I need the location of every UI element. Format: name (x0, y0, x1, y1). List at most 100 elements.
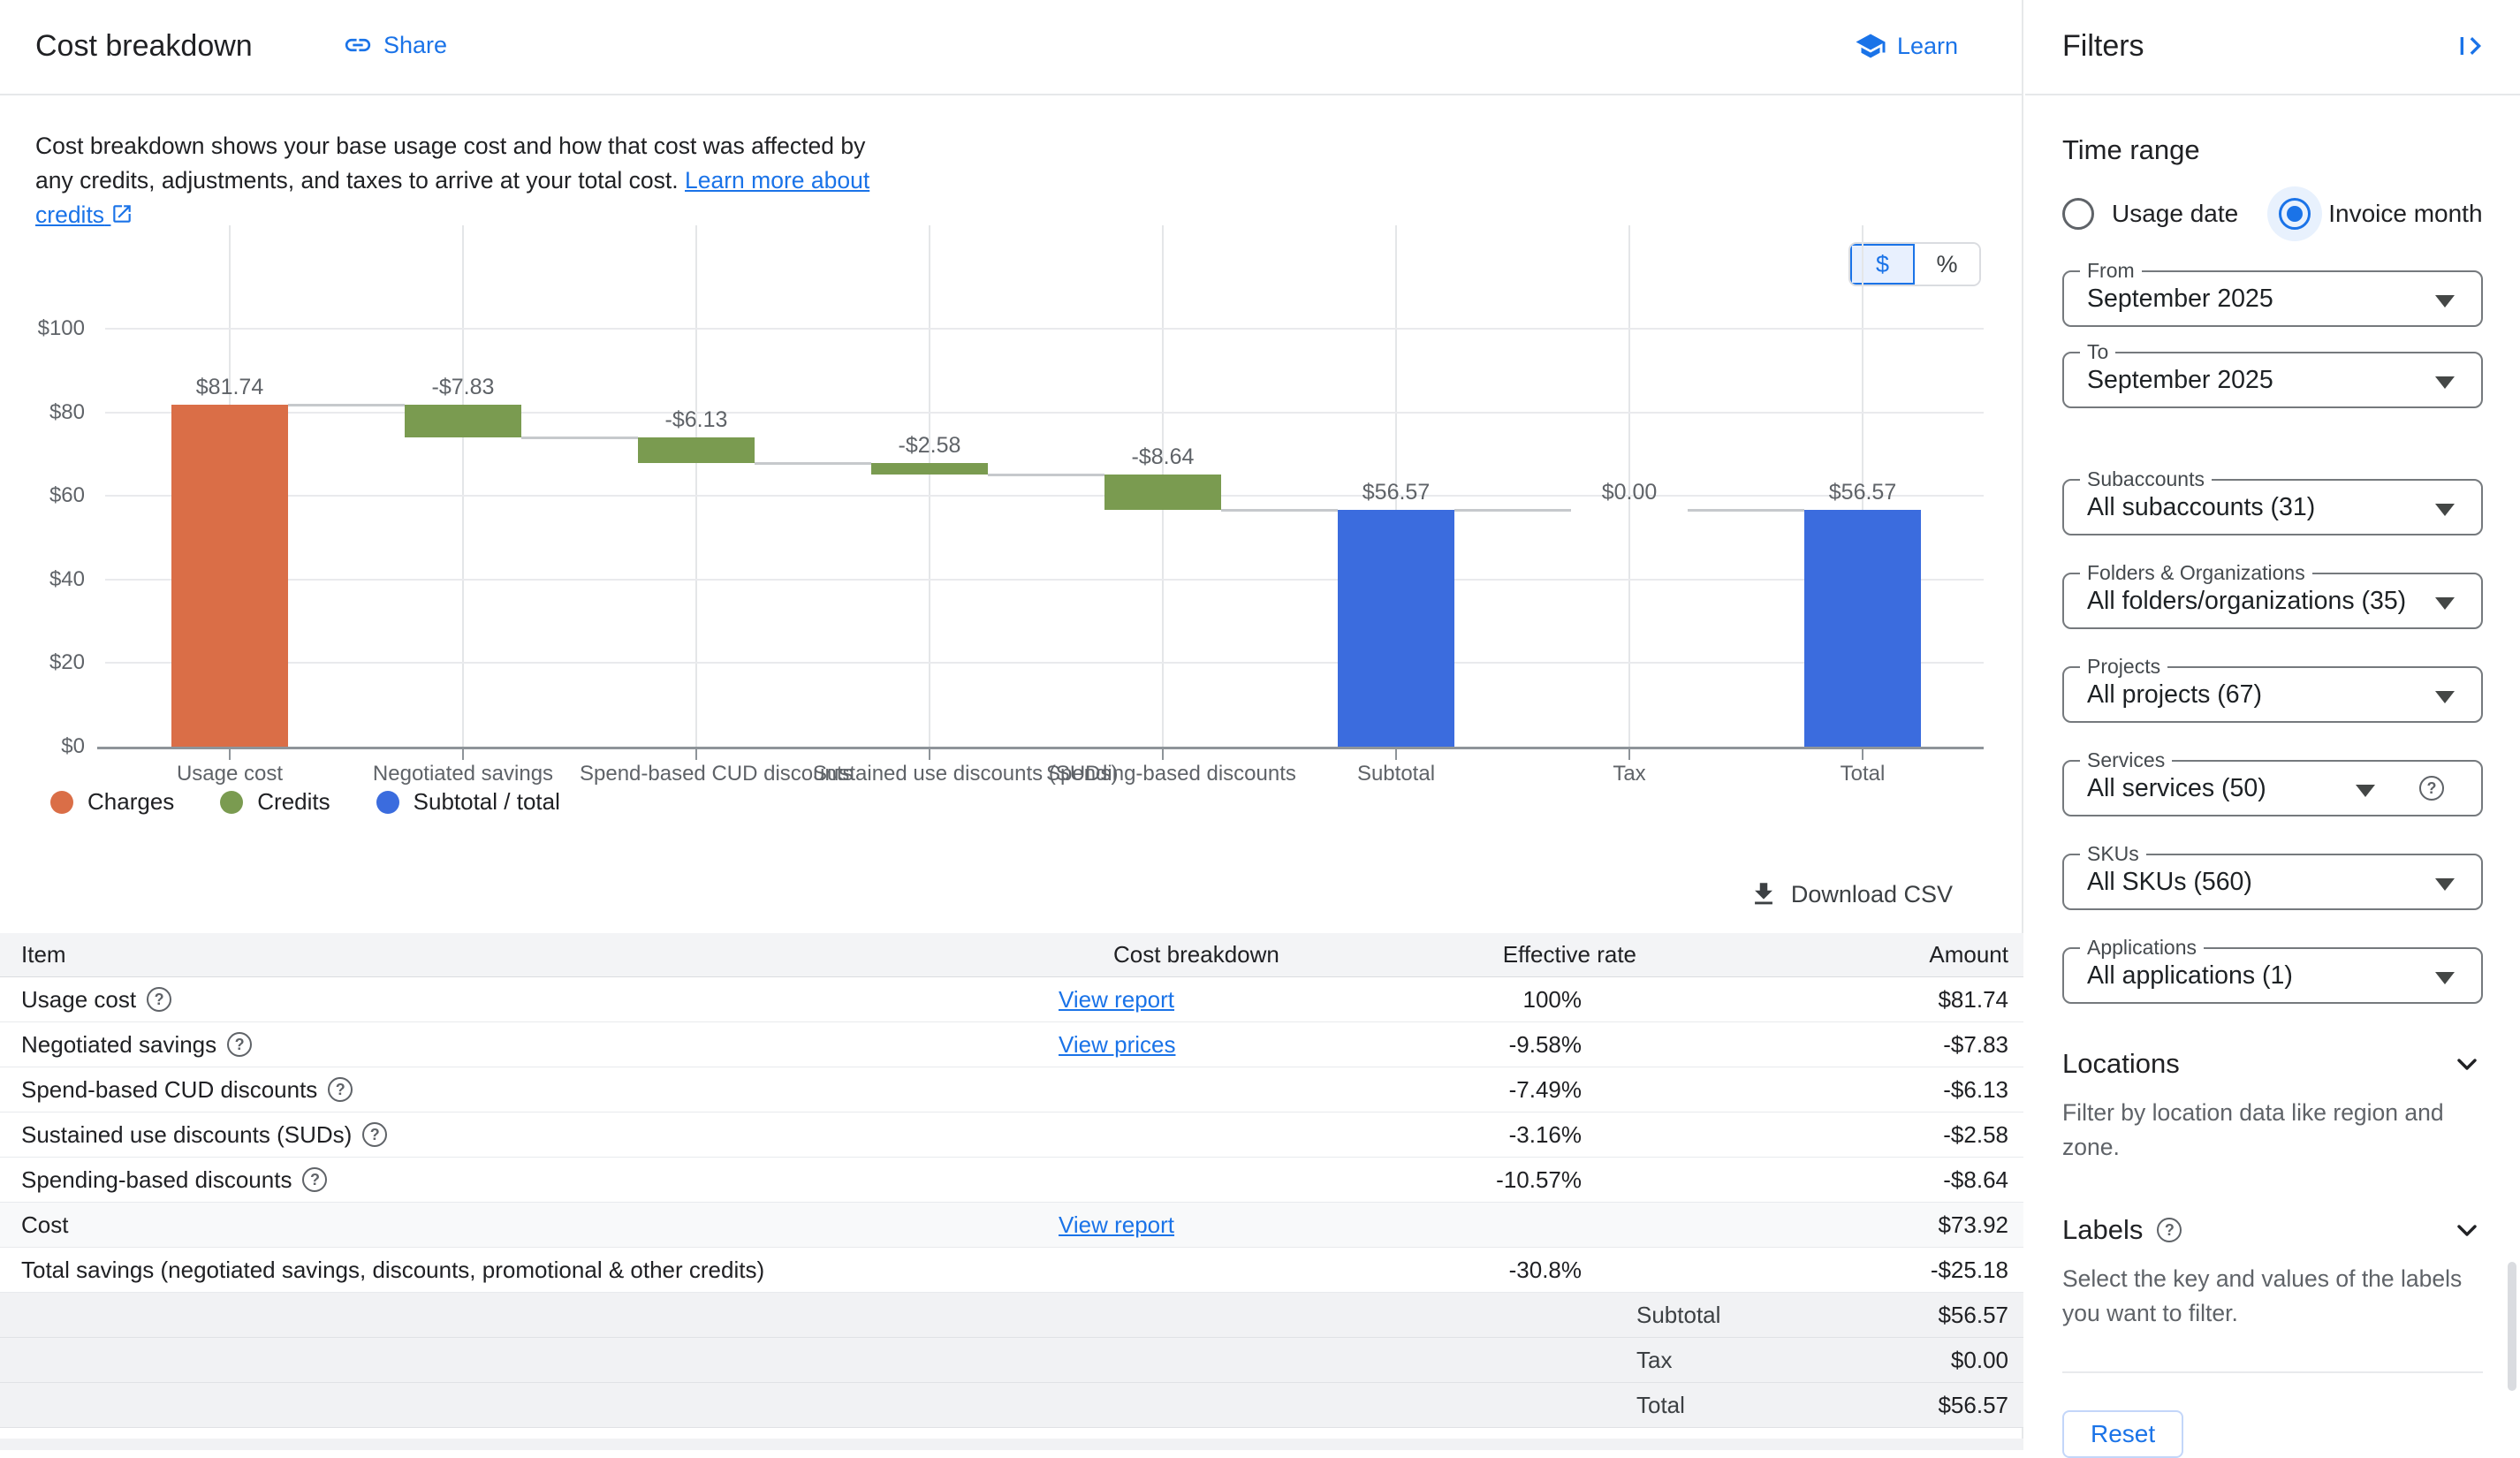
radio-label: Usage date (2112, 200, 2238, 228)
filter-dropdown-subaccounts[interactable]: SubaccountsAll subaccounts (31) (2062, 479, 2483, 535)
amount-cell: $56.57 (1769, 1392, 2023, 1419)
locations-description: Filter by location data like region and … (2062, 1096, 2478, 1165)
x-axis-category-label: Negotiated savings (346, 762, 580, 786)
help-icon[interactable]: ? (147, 987, 171, 1012)
chart-bar-usage-cost[interactable] (171, 405, 288, 747)
view-link[interactable]: View report (1059, 986, 1174, 1013)
download-icon (1749, 879, 1779, 909)
x-axis-tick (1862, 749, 1863, 760)
chart-bar-total[interactable] (1804, 510, 1921, 747)
x-axis-tick (462, 749, 464, 760)
chart-bar-subtotal[interactable] (1338, 510, 1454, 747)
legend-label: Subtotal / total (414, 788, 560, 816)
report-link-cell: View report (1059, 986, 1359, 1014)
panel-divider (2062, 1371, 2483, 1373)
legend-dot-charge (50, 791, 73, 814)
x-axis-category-label: Tax (1513, 762, 1746, 786)
waterfall-connector (755, 462, 871, 465)
filter-dropdown-services[interactable]: ServicesAll services (50)? (2062, 760, 2483, 816)
amount-cell: -$2.58 (1769, 1121, 2023, 1149)
legend-label: Credits (257, 788, 330, 816)
x-axis-category-label: Usage cost (113, 762, 346, 786)
filter-dropdown-skus[interactable]: SKUsAll SKUs (560) (2062, 854, 2483, 910)
filter-dropdown-folders[interactable]: Folders & OrganizationsAll folders/organ… (2062, 573, 2483, 629)
reset-button[interactable]: Reset (2062, 1410, 2183, 1458)
dropdown-arrow-icon (2435, 376, 2455, 389)
y-axis-tick-label: $40 (0, 567, 85, 592)
chart-bar-negotiated-savings[interactable] (405, 405, 521, 437)
panel-scrollbar[interactable] (2508, 1262, 2516, 1391)
effective-rate-cell: -10.57% (1359, 1166, 1582, 1194)
chart-bar-spend-based-cud-discounts[interactable] (638, 437, 755, 463)
category-gridline (462, 225, 464, 747)
dropdown-label: Projects (2080, 655, 2167, 679)
legend-item: Credits (220, 788, 330, 816)
bar-value-label: $81.74 (115, 375, 345, 400)
chart-legend: Charges Credits Subtotal / total (50, 788, 560, 816)
bar-value-label: -$6.13 (581, 407, 811, 433)
y-gridline (105, 412, 1984, 414)
table-overflow-row (0, 1439, 2023, 1450)
radio-invoice-month[interactable]: Invoice month (2279, 198, 2482, 230)
amount-cell: $0.00 (1769, 1347, 2023, 1374)
effective-rate-cell: -3.16% (1359, 1121, 1582, 1149)
filter-dropdown-projects[interactable]: ProjectsAll projects (67) (2062, 666, 2483, 723)
radio-usage-date[interactable]: Usage date (2062, 198, 2238, 230)
report-link-cell: View prices (1059, 1031, 1359, 1059)
view-link[interactable]: View prices (1059, 1031, 1175, 1058)
radio-circle (2279, 198, 2311, 230)
item-cell: Usage cost? (0, 986, 1059, 1014)
chart-bar-sustained-use-discounts-suds-[interactable] (871, 463, 988, 474)
legend-dot-total (376, 791, 399, 814)
y-gridline (105, 662, 1984, 664)
locations-section-header[interactable]: Locations (2062, 1048, 2483, 1080)
chart-bar-spending-based-discounts[interactable] (1104, 475, 1221, 511)
filter-dropdown-from[interactable]: FromSeptember 2025 (2062, 270, 2483, 327)
dropdown-arrow-icon (2435, 972, 2455, 984)
labels-help-icon[interactable]: ? (2157, 1218, 2182, 1242)
collapse-panel-icon[interactable] (2455, 28, 2490, 64)
x-axis-category-label: Spending-based discounts (1046, 762, 1279, 786)
view-link[interactable]: View report (1059, 1211, 1174, 1238)
legend-item: Charges (50, 788, 174, 816)
filter-dropdown-applications[interactable]: ApplicationsAll applications (1) (2062, 947, 2483, 1004)
chevron-down-icon[interactable] (2451, 1048, 2483, 1080)
dropdown-arrow-icon (2356, 785, 2375, 797)
bar-value-label: -$7.83 (348, 375, 578, 400)
radio-circle (2062, 198, 2094, 230)
x-axis (97, 747, 1984, 749)
table-row: Usage cost?View report100%$81.74 (0, 977, 2023, 1022)
item-cell: Negotiated savings? (0, 1031, 1059, 1059)
help-icon[interactable]: ? (302, 1167, 327, 1192)
bar-value-label: -$8.64 (1048, 444, 1278, 470)
table-header-cell: Cost breakdown (1113, 941, 1414, 968)
labels-section-header[interactable]: Labels ? (2062, 1214, 2483, 1246)
dropdown-label: Subaccounts (2080, 467, 2212, 491)
item-cell: Sustained use discounts (SUDs)? (0, 1121, 1059, 1149)
effective-rate-cell: -9.58% (1359, 1031, 1582, 1059)
cost-breakdown-table: ItemCost breakdownEffective rateAmountUs… (0, 933, 2023, 1428)
services-help-icon[interactable]: ? (2419, 776, 2444, 801)
y-gridline (105, 328, 1984, 330)
help-icon[interactable]: ? (328, 1077, 353, 1102)
help-icon[interactable]: ? (227, 1032, 252, 1057)
filters-body: Time range Usage dateInvoice month FromS… (2025, 95, 2520, 1458)
dropdown-label: Folders & Organizations (2080, 561, 2312, 585)
waterfall-connector (288, 404, 405, 406)
item-label: Total savings (negotiated savings, disco… (21, 1257, 764, 1284)
amount-cell: -$6.13 (1769, 1076, 2023, 1104)
table-row: Total savings (negotiated savings, disco… (0, 1248, 2023, 1293)
main-content: Cost breakdown Share Learn Cost breakdow… (0, 0, 2023, 1450)
table-row: CostView report$73.92 (0, 1203, 2023, 1248)
help-icon[interactable]: ? (362, 1122, 387, 1147)
total-label-cell: Tax (1582, 1347, 1769, 1374)
filter-dropdown-to[interactable]: ToSeptember 2025 (2062, 352, 2483, 408)
bar-value-label: $56.57 (1281, 480, 1511, 505)
waterfall-connector (1221, 509, 1338, 512)
download-csv-button[interactable]: Download CSV (1749, 879, 1953, 909)
chevron-down-icon[interactable] (2451, 1214, 2483, 1246)
y-axis-tick-label: $20 (0, 650, 85, 675)
bar-value-label: $0.00 (1514, 480, 1744, 505)
x-axis-category-label: Total (1746, 762, 1979, 786)
time-range-radios: Usage date Invoice month (2062, 198, 2483, 230)
